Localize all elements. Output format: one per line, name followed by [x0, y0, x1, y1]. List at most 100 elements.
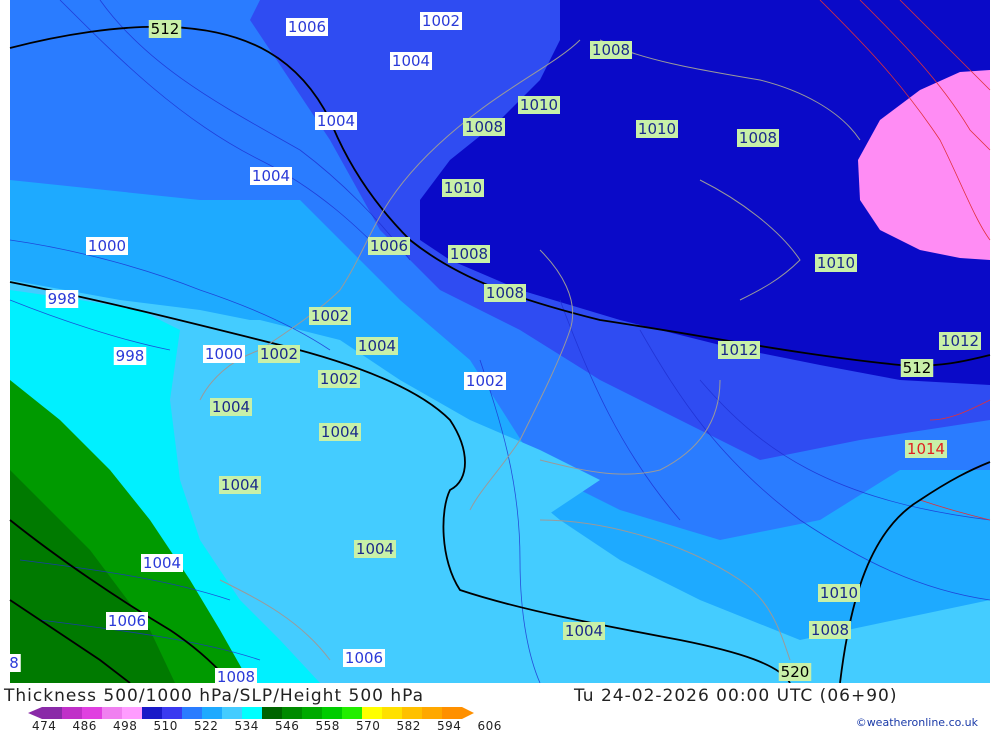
legend-swatch [102, 707, 122, 719]
credit-link[interactable]: ©weatheronline.co.uk [856, 716, 978, 729]
pressure-label-text: 1004 [221, 476, 259, 494]
pressure-label-text: 1012 [720, 341, 758, 359]
pressure-label-text: 1004 [358, 337, 396, 355]
pressure-label: 1004 [354, 540, 396, 558]
pressure-label: 1004 [563, 622, 605, 640]
pressure-label-text: 1008 [450, 245, 488, 263]
legend-label: 534 [234, 719, 259, 733]
pressure-label: 1002 [420, 12, 462, 30]
pressure-label: 998 [45, 290, 79, 308]
pressure-label-text: 1004 [212, 398, 250, 416]
pressure-label-text: 1002 [422, 12, 460, 30]
legend-swatch [142, 707, 162, 719]
legend-arrow-right [462, 707, 474, 719]
pressure-label: 1006 [106, 612, 148, 630]
legend-swatch [262, 707, 282, 719]
pressure-label-text: 1004 [321, 423, 359, 441]
pressure-label: 1012 [718, 341, 760, 359]
pressure-label-text: 1002 [320, 370, 358, 388]
legend-swatch [202, 707, 222, 719]
legend-label: 498 [113, 719, 138, 733]
pressure-label: 1008 [590, 41, 632, 59]
pressure-label: 1008 [737, 129, 779, 147]
pressure-label: 1002 [258, 345, 300, 363]
pressure-label-text: 1006 [345, 649, 383, 667]
pressure-label-text: 1010 [520, 96, 558, 114]
pressure-label-text: 998 [48, 290, 77, 308]
legend-label: 486 [72, 719, 97, 733]
pressure-label: 1010 [818, 584, 860, 602]
pressure-label: 1008 [484, 284, 526, 302]
legend-label: 546 [275, 719, 300, 733]
pressure-label-text: 1010 [444, 179, 482, 197]
legend-swatch [302, 707, 322, 719]
legend-swatch [242, 707, 262, 719]
pressure-label-text: 520 [781, 663, 810, 681]
pressure-label: 1006 [343, 649, 385, 667]
weather-map: 512 1006 10021004100810101004 1008 1010 10081… [0, 0, 1000, 683]
pressure-label: 1004 [210, 398, 252, 416]
pressure-label: 1008 [215, 668, 257, 683]
legend-label: 510 [153, 719, 178, 733]
legend-swatch [122, 707, 142, 719]
legend-label: 522 [194, 719, 219, 733]
pressure-label: 1008 [463, 118, 505, 136]
pressure-label: 1000 [203, 345, 245, 363]
pressure-label: 1008 [809, 621, 851, 639]
legend-label: 558 [315, 719, 340, 733]
pressure-label-text: 1010 [638, 120, 676, 138]
pressure-label-text: 1010 [820, 584, 858, 602]
pressure-label-text: 1008 [486, 284, 524, 302]
pressure-label: 1006 [286, 18, 328, 36]
pressure-label: 520 [778, 663, 812, 681]
pressure-label-text: 1004 [317, 112, 355, 130]
pressure-label: 1004 [141, 554, 183, 572]
pressure-label-text: 1004 [143, 554, 181, 572]
pressure-label: 1000 [86, 237, 128, 255]
pressure-label: 1008 [448, 245, 490, 263]
color-legend [28, 707, 474, 719]
pressure-label-text: 512 [151, 20, 180, 38]
pressure-label-text: 1008 [217, 668, 255, 683]
pressure-label: 1002 [464, 372, 506, 390]
pressure-label-text: 1004 [565, 622, 603, 640]
legend-swatch [442, 707, 462, 719]
legend-label: 474 [32, 719, 57, 733]
pressure-label-text: 1006 [108, 612, 146, 630]
pressure-label: 1010 [636, 120, 678, 138]
legend-swatch [62, 707, 82, 719]
pressure-label: 1004 [356, 337, 398, 355]
pressure-label: 1002 [318, 370, 360, 388]
legend-label: 606 [477, 719, 502, 733]
pressure-label: 1010 [442, 179, 484, 197]
legend-label: 582 [396, 719, 421, 733]
legend-swatch [382, 707, 402, 719]
pressure-label: 1004 [219, 476, 261, 494]
legend-swatch [422, 707, 442, 719]
pressure-label-text: 1012 [941, 332, 979, 350]
pressure-label-text: 1004 [356, 540, 394, 558]
pressure-label: 1010 [518, 96, 560, 114]
legend-swatch [342, 707, 362, 719]
pressure-label-text: 1006 [288, 18, 326, 36]
legend-swatch [82, 707, 102, 719]
pressure-label: 1004 [390, 52, 432, 70]
pressure-label: 998 [113, 347, 147, 365]
pressure-label-text: 1014 [907, 440, 945, 458]
legend-label: 594 [437, 719, 462, 733]
pressure-label-text: 1004 [252, 167, 290, 185]
pressure-label-text: 1008 [465, 118, 503, 136]
legend-swatch [402, 707, 422, 719]
pressure-label-text: 1006 [370, 237, 408, 255]
pressure-label-text: 1010 [817, 254, 855, 272]
pressure-label-text: 1000 [88, 237, 126, 255]
pressure-label: 1004 [250, 167, 292, 185]
pressure-label: 512 [900, 359, 934, 377]
pressure-label: 1010 [815, 254, 857, 272]
pressure-label-text: 1002 [466, 372, 504, 390]
pressure-label-text: 1008 [739, 129, 777, 147]
legend-swatch [182, 707, 202, 719]
pressure-label-text: 1002 [260, 345, 298, 363]
pressure-label: 8 [7, 654, 21, 672]
legend-label: 570 [356, 719, 381, 733]
